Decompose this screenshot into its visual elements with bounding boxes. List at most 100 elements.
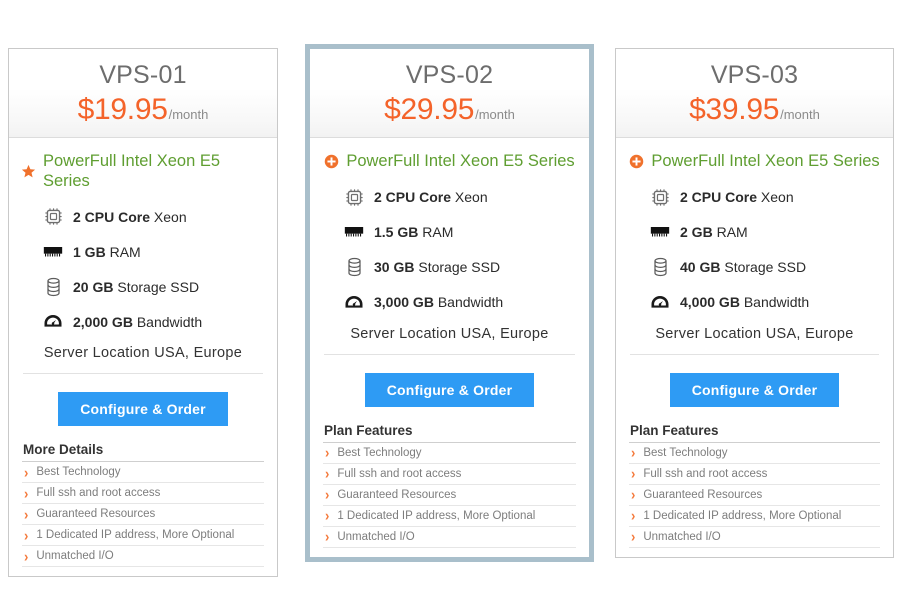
plan-name: VPS-02 [405,61,494,89]
spec-value: 20 GB [73,278,114,295]
features-list: › Best Technology › Full ssh and root acces… [322,443,577,548]
plan-body: PowerFull Intel Xeon E5 Series 2 CPU Core… [616,138,893,557]
plan-price: $39.95 [689,92,780,126]
spec-text: 2 CPU Core Xeon [73,209,187,225]
spec-item: 1.5 GB RAM [344,215,577,250]
chevron-right-icon: › [631,464,636,483]
feature-item[interactable]: › Best Technology [629,443,880,464]
feature-label: Best Technology [643,446,728,459]
feature-label: Best Technology [337,446,422,459]
spec-value: 2 CPU Core [73,208,151,225]
spec-text: 2,000 GB Bandwidth [73,314,202,330]
series-row: PowerFull Intel Xeon E5 Series [322,148,577,180]
chevron-right-icon: › [631,443,636,462]
features-title: Plan Features [629,423,880,443]
plan-price-row: $29.95/month [316,93,583,127]
feature-item[interactable]: › Guaranteed Resources [323,485,576,506]
plan-header: VPS-01 $19.95/month [9,49,277,138]
plan-name: VPS-03 [710,61,799,89]
spec-text: 2 GB RAM [680,224,748,240]
chevron-right-icon: › [24,463,29,481]
feature-item[interactable]: › Guaranteed Resources [22,504,264,526]
chevron-right-icon: › [325,527,330,546]
configure-and-order-button[interactable]: Configure & Order [58,392,228,427]
plan-card-vps-03[interactable]: VPS-03 $39.95/month PowerFull Intel Xeon E… [615,48,894,558]
feature-item[interactable]: › Unmatched I/O [22,546,264,568]
plan-price-row: $39.95/month [622,93,887,127]
spec-text: 2 CPU Core Xeon [374,189,488,205]
spec-unit: RAM [422,224,454,241]
speedometer-icon [344,292,364,312]
spec-unit: RAM [109,243,141,260]
feature-label: 1 Dedicated IP address, More Optional [337,509,536,522]
spec-text: 3,000 GB Bandwidth [374,294,503,310]
disk-storage-icon [650,257,670,277]
feature-item[interactable]: › Guaranteed Resources [629,485,880,506]
spec-value: 1 GB [73,243,106,260]
chevron-right-icon: › [24,547,29,565]
feature-label: Unmatched I/O [643,530,721,543]
spec-value: 3,000 GB [374,294,434,311]
plan-body: PowerFull Intel Xeon E5 Series 2 CPU Core… [310,138,589,557]
feature-item[interactable]: › Full ssh and root access [629,464,880,485]
speedometer-icon [650,292,670,312]
ram-stick-icon [43,242,63,262]
spec-value: 1.5 GB [374,224,419,241]
spec-text: 40 GB Storage SSD [680,259,806,275]
spec-item: 2,000 GB Bandwidth [43,304,265,339]
configure-and-order-button[interactable]: Configure & Order [669,372,840,407]
speedometer-icon [43,312,63,332]
plan-billing-period: /month [168,106,209,122]
spec-item: 2 CPU Core Xeon [43,199,265,234]
features-footer-space [322,548,577,557]
series-label: PowerFull Intel Xeon E5 Series [346,151,575,170]
plan-price: $29.95 [384,92,475,126]
feature-label: 1 Dedicated IP address, More Optional [36,529,235,542]
spec-unit: Bandwidth [437,294,504,311]
plus-circle-icon [324,154,339,169]
feature-item[interactable]: › 1 Dedicated IP address, More Optional [629,506,880,527]
spec-unit: Storage SSD [724,259,807,276]
spec-unit: Xeon [153,208,187,225]
disk-storage-icon [43,277,63,297]
spec-unit: Storage SSD [418,259,501,276]
spec-item: 2 GB RAM [650,215,881,250]
configure-and-order-button[interactable]: Configure & Order [364,372,535,407]
spec-list: 2 CPU Core Xeon 1 GB RAM 20 GB Storage SSD… [21,199,265,339]
plan-card-vps-01[interactable]: VPS-01 $19.95/month PowerFull Intel Xeon E… [8,48,278,578]
cta-wrap: Configure & Order [628,355,881,423]
chevron-right-icon: › [631,485,636,504]
disk-storage-icon [344,257,364,277]
plan-price: $19.95 [77,92,168,126]
feature-item[interactable]: › Best Technology [22,462,264,484]
spec-unit: Xeon [760,189,794,206]
spec-list: 2 CPU Core Xeon 1.5 GB RAM 30 GB Storage S… [322,180,577,320]
spec-item: 30 GB Storage SSD [344,250,577,285]
chevron-right-icon: › [24,484,29,502]
spec-text: 2 CPU Core Xeon [680,189,794,205]
feature-item[interactable]: › 1 Dedicated IP address, More Optional [323,506,576,527]
plan-body: PowerFull Intel Xeon E5 Series 2 CPU Core… [9,138,277,577]
plan-card-vps-02[interactable]: VPS-02 $29.95/month PowerFull Intel Xeon E… [305,44,594,562]
server-location: Server Location USA, Europe [655,325,854,342]
plan-price-row: $19.95/month [15,93,271,127]
cpu-chip-icon [650,187,670,207]
feature-label: Guaranteed Resources [643,488,763,501]
feature-item[interactable]: › Unmatched I/O [323,527,576,548]
feature-item[interactable]: › Full ssh and root access [22,483,264,505]
spec-item: 4,000 GB Bandwidth [650,285,881,320]
chevron-right-icon: › [24,505,29,523]
feature-item[interactable]: › 1 Dedicated IP address, More Optional [22,525,264,547]
server-location: Server Location USA, Europe [43,345,243,362]
series-row: PowerFull Intel Xeon E5 Series [21,148,265,200]
chevron-right-icon: › [325,506,330,525]
feature-item[interactable]: › Full ssh and root access [323,464,576,485]
ram-stick-icon [650,222,670,242]
features-title: Plan Features [323,423,576,443]
feature-item[interactable]: › Best Technology [323,443,576,464]
spec-text: 1 GB RAM [73,244,141,260]
series-label: PowerFull Intel Xeon E5 Series [651,151,880,170]
spec-unit: RAM [716,224,748,241]
feature-label: Full ssh and root access [643,467,768,480]
feature-item[interactable]: › Unmatched I/O [629,527,880,548]
